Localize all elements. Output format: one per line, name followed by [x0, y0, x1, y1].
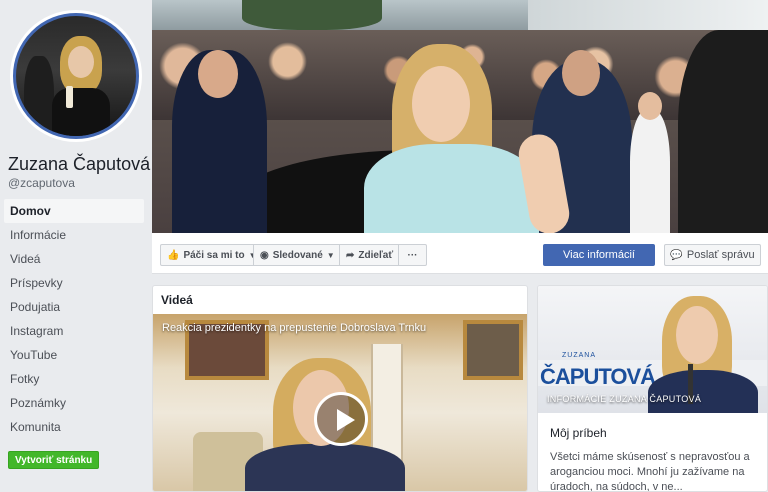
story-banner-big-text: ČAPUTOVÁ: [540, 364, 656, 389]
send-message-button[interactable]: 💬 Poslať správu: [664, 244, 761, 266]
send-message-label: Poslať správu: [686, 249, 755, 261]
sidebar-nav: Domov Informácie Videá Príspevky Podujat…: [4, 199, 144, 439]
story-title[interactable]: Môj príbeh: [550, 426, 607, 440]
cover-child-head: [638, 92, 662, 120]
cover-person-right-head: [562, 50, 600, 96]
videos-card-title[interactable]: Videá: [153, 286, 527, 314]
share-arrow-icon: ➦: [346, 249, 355, 261]
more-options-button[interactable]: ···: [398, 244, 427, 266]
sidebar-item-domov[interactable]: Domov: [4, 199, 144, 223]
video-painting-right: [463, 320, 523, 380]
cover-person-far-right: [678, 30, 768, 233]
cover-woman-waving: [364, 44, 573, 233]
sidebar-item-youtube[interactable]: YouTube: [4, 343, 144, 367]
profile-photo-body: [52, 88, 110, 136]
sidebar-item-informacie[interactable]: Informácie: [4, 223, 144, 247]
cover-woman-dress: [364, 144, 539, 233]
page-name-text[interactable]: Zuzana Čaputová: [8, 154, 150, 175]
story-image-label: INFORMÁCIE ZUZANA ČAPUTOVÁ: [547, 394, 702, 404]
video-caption[interactable]: Reakcia prezidentky na prepustenie Dobro…: [162, 322, 426, 334]
profile-photo-face: [68, 46, 94, 78]
left-sidebar: Zuzana Čaputová ✔ @zcaputova Domov Infor…: [0, 0, 169, 492]
story-banner-small-text: ZUZANA: [562, 352, 596, 359]
story-card[interactable]: ZUZANA ČAPUTOVÁ INFORMÁCIE ZUZANA ČAPUTO…: [537, 285, 768, 492]
story-person-body: [648, 370, 758, 413]
share-button[interactable]: ➦ Zdieľať: [339, 244, 399, 266]
sidebar-item-videa[interactable]: Videá: [4, 247, 144, 271]
more-info-button[interactable]: Viac informácií: [543, 244, 655, 266]
page-handle[interactable]: @zcaputova: [8, 176, 75, 190]
page-title[interactable]: Zuzana Čaputová ✔: [8, 154, 169, 175]
follow-button[interactable]: ◉ Sledované ▼: [253, 244, 340, 266]
sidebar-item-prispevky[interactable]: Príspevky: [4, 271, 144, 295]
sidebar-item-podujatia[interactable]: Podujatia: [4, 295, 144, 319]
like-label: Páči sa mi to: [183, 249, 245, 261]
follow-label: Sledované: [272, 249, 323, 261]
sidebar-item-fotky[interactable]: Fotky: [4, 367, 144, 391]
videos-card: Videá Reakcia prezidentky na prepustenie…: [152, 285, 528, 492]
rss-icon: ◉: [260, 249, 269, 261]
profile-photo: [13, 13, 139, 139]
create-page-button[interactable]: Vytvoriť stránku: [8, 451, 100, 469]
sidebar-item-komunita[interactable]: Komunita: [4, 415, 144, 439]
video-player[interactable]: Reakcia prezidentky na prepustenie Dobro…: [153, 314, 527, 491]
cover-woman-face: [412, 66, 470, 142]
profile-photo-candle: [66, 86, 73, 108]
story-image[interactable]: ZUZANA ČAPUTOVÁ INFORMÁCIE ZUZANA ČAPUTO…: [538, 286, 767, 413]
video-person-body: [245, 444, 405, 491]
thumbs-up-icon: 👍: [167, 249, 180, 261]
cover-person-left-head: [198, 50, 238, 98]
cover-person-left: [172, 50, 267, 233]
profile-photo-person: [24, 56, 54, 136]
messenger-icon: 💬: [670, 249, 683, 261]
story-text: Všetci máme skúsenosť s nepravosťou a ar…: [550, 451, 750, 492]
cover-tree: [242, 0, 382, 30]
like-button[interactable]: 👍 Páči sa mi to ▼: [160, 244, 257, 266]
chevron-down-icon: ▼: [326, 250, 335, 260]
cover-building: [528, 0, 768, 32]
page-action-bar: 👍 Páči sa mi to ▼ ◉ Sledované ▼ ➦ Zdieľa…: [152, 233, 768, 274]
sidebar-item-instagram[interactable]: Instagram: [4, 319, 144, 343]
cover-child: [630, 92, 670, 233]
sidebar-item-poznamky[interactable]: Poznámky: [4, 391, 144, 415]
cover-photo[interactable]: [152, 0, 768, 233]
story-person-face: [676, 306, 718, 364]
play-icon[interactable]: [314, 392, 368, 446]
share-label: Zdieľať: [358, 249, 394, 261]
profile-picture[interactable]: [10, 10, 142, 142]
